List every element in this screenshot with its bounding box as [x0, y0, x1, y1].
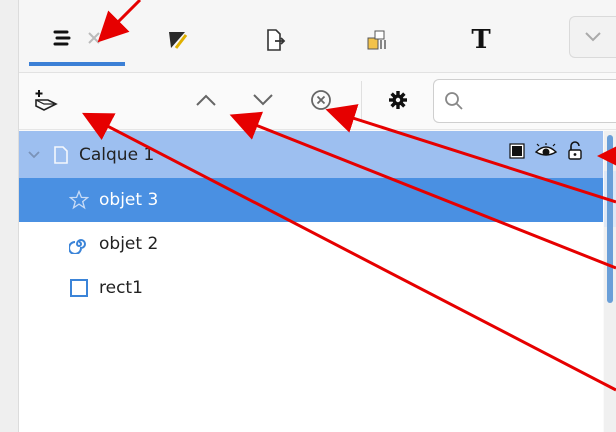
tree-item-row[interactable]: objet 3 — [19, 178, 603, 222]
tree-item-label: objet 3 — [99, 190, 159, 210]
rectangle-icon — [70, 279, 88, 297]
dialog-tab-bar: T — [19, 0, 616, 73]
export-icon — [267, 29, 286, 51]
spiral-icon — [69, 239, 86, 254]
tree-item-row[interactable]: objet 2 — [19, 222, 603, 266]
tree-item-label: objet 2 — [99, 234, 159, 254]
add-layer-button[interactable] — [29, 83, 63, 117]
objects-toolbar — [19, 73, 616, 130]
remove-button[interactable] — [304, 83, 338, 117]
tab-objects[interactable] — [29, 14, 125, 66]
expander-chevron-icon[interactable] — [27, 150, 41, 160]
fill-stroke-icon — [169, 32, 188, 49]
close-tab-icon[interactable] — [87, 31, 101, 45]
objects-panel: T Calque 1 objet 3 objet 2 rect1 — [19, 0, 616, 432]
toolbar-separator — [361, 81, 362, 121]
move-down-icon — [253, 94, 273, 106]
layer-row[interactable]: Calque 1 — [19, 131, 603, 178]
move-down-button[interactable] — [246, 83, 280, 117]
tab-fill-stroke[interactable] — [157, 14, 197, 66]
scroll-thumb[interactable] — [607, 135, 613, 303]
tab-align[interactable] — [357, 14, 397, 66]
layer-icon — [54, 145, 68, 164]
settings-button[interactable] — [381, 83, 415, 117]
objects-tree: Calque 1 objet 3 objet 2 rect1 — [19, 131, 603, 432]
blend-mode-icon[interactable] — [509, 143, 525, 159]
tab-export[interactable] — [255, 14, 295, 66]
move-up-icon — [196, 94, 216, 106]
visibility-eye-icon[interactable] — [535, 143, 557, 159]
layer-label: Calque 1 — [79, 144, 155, 165]
align-distribute-icon — [367, 30, 386, 50]
more-tabs-button[interactable] — [569, 16, 616, 58]
objects-list-icon — [53, 30, 71, 46]
remove-icon — [311, 90, 331, 110]
settings-icon — [389, 91, 407, 109]
move-up-button[interactable] — [189, 83, 223, 117]
text-font-icon: T — [471, 25, 491, 55]
layer-row-controls — [509, 141, 583, 161]
search-input[interactable] — [470, 90, 616, 112]
tree-item-label: rect1 — [99, 278, 143, 298]
tree-item-row[interactable]: rect1 — [19, 266, 603, 310]
tab-text[interactable]: T — [461, 14, 501, 66]
add-layer-icon — [35, 90, 58, 111]
chevron-down-icon — [585, 32, 601, 42]
search-field[interactable] — [433, 79, 616, 123]
search-icon — [445, 92, 463, 110]
unlocked-lock-icon[interactable] — [567, 141, 583, 161]
star-icon — [69, 190, 89, 210]
tree-scrollbar[interactable] — [604, 131, 616, 432]
left-panel-edge — [0, 0, 19, 432]
